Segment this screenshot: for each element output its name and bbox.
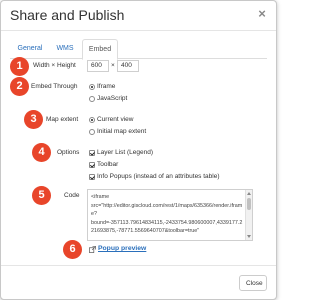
toolbar-checkbox[interactable] (89, 162, 95, 168)
tab-general[interactable]: General (12, 39, 48, 59)
map-extent-label: Map extent (46, 116, 79, 123)
layer-list-checkbox[interactable] (89, 150, 95, 156)
scroll-thumb[interactable] (247, 198, 251, 210)
scroll-down-icon[interactable] (247, 235, 251, 238)
code-scrollbar[interactable] (245, 190, 252, 240)
close-button[interactable]: Close (239, 275, 267, 291)
embed-through-label: Embed Through (31, 83, 78, 90)
toolbar-option-label: Toolbar (97, 161, 119, 168)
code-text[interactable]: <iframe src="http://editor.giscloud.com/… (91, 193, 245, 236)
javascript-option-label: JavaScript (97, 95, 128, 102)
width-input[interactable]: 600 (87, 60, 109, 72)
layer-list-option-label: Layer List (Legend) (97, 149, 154, 156)
current-view-option-label: Current view (97, 116, 134, 123)
initial-extent-radio[interactable] (89, 129, 95, 135)
tab-embed[interactable]: Embed (82, 39, 118, 60)
dialog-footer: Close (1, 265, 276, 299)
share-publish-dialog: Share and Publish × General WMS Embed 1 … (0, 0, 277, 300)
external-link-icon[interactable] (89, 246, 96, 253)
iframe-option-label: Iframe (97, 83, 116, 90)
step-badge-3: 3 (24, 110, 43, 129)
scroll-up-icon[interactable] (247, 192, 251, 195)
current-view-radio[interactable] (89, 117, 95, 123)
step-badge-6: 6 (63, 240, 82, 259)
step-badge-4: 4 (32, 143, 51, 162)
info-popups-option-label: Info Popups (instead of an attributes ta… (97, 173, 220, 180)
info-popups-checkbox[interactable] (89, 174, 95, 180)
tab-bar: General WMS Embed (10, 39, 267, 60)
step-badge-1: 1 (10, 57, 29, 76)
step-badge-5: 5 (32, 186, 51, 205)
code-label: Code (64, 192, 80, 199)
javascript-radio[interactable] (89, 96, 95, 102)
height-input[interactable]: 400 (117, 60, 139, 72)
step-badge-2: 2 (10, 77, 29, 96)
tab-wms[interactable]: WMS (50, 39, 80, 59)
size-label: Width × Height (33, 62, 76, 69)
popup-preview-link[interactable]: Popup preview (98, 245, 146, 252)
code-textarea[interactable]: <iframe src="http://editor.giscloud.com/… (87, 189, 253, 241)
close-icon[interactable]: × (256, 7, 268, 20)
initial-extent-option-label: Initial map extent (97, 128, 147, 135)
size-separator: × (111, 62, 115, 69)
dialog-title: Share and Publish (10, 7, 125, 23)
options-label: Options (57, 149, 80, 156)
dialog-header: Share and Publish × (1, 1, 276, 31)
iframe-radio[interactable] (89, 84, 95, 90)
